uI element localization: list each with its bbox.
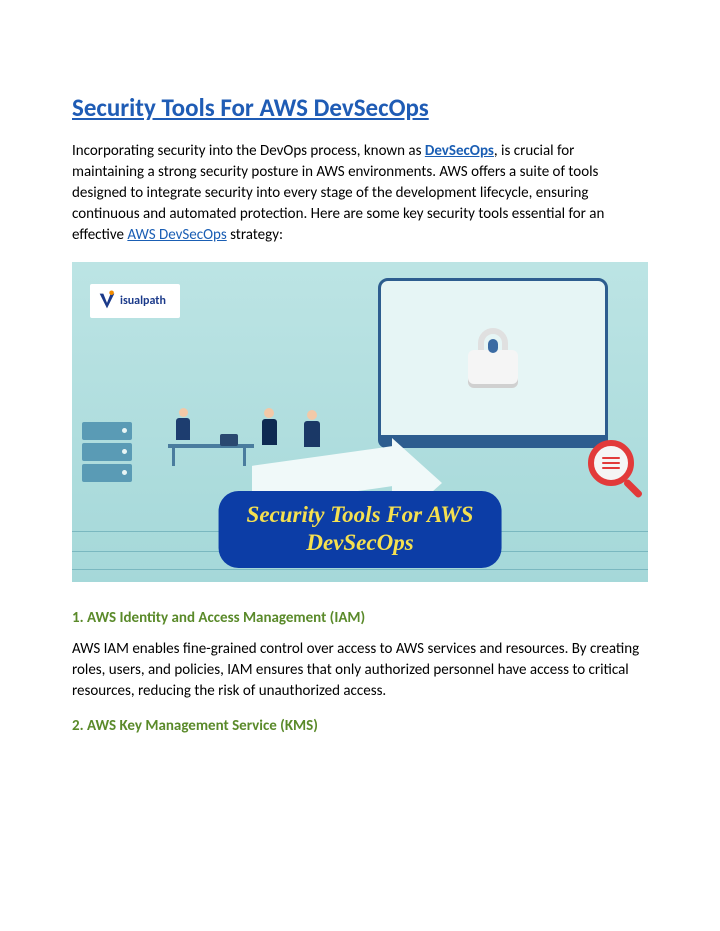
devsecops-link[interactable]: DevSecOps: [425, 142, 494, 160]
section-heading-1: 1. AWS Identity and Access Management (I…: [72, 608, 648, 629]
visualpath-logo: isualpath: [90, 284, 180, 318]
intro-text-1: Incorporating security into the DevOps p…: [72, 142, 425, 160]
padlock-icon: [463, 328, 523, 388]
briefcase-icon: [220, 434, 238, 446]
server-rack-icon: [82, 422, 142, 502]
section-heading-2: 2. AWS Key Management Service (KMS): [72, 716, 648, 737]
laptop-screen-icon: [378, 278, 608, 438]
magnifier-icon: [588, 440, 634, 486]
intro-paragraph: Incorporating security into the DevOps p…: [72, 141, 648, 246]
intro-text-3: strategy:: [227, 226, 283, 244]
banner-line-1: Security Tools For AWS: [247, 502, 474, 527]
page-title-link[interactable]: Security Tools For AWS DevSecOps: [72, 90, 648, 125]
person-sitting-icon: [176, 408, 190, 446]
person-standing-2-icon: [304, 410, 320, 448]
aws-devsecops-link[interactable]: AWS DevSecOps: [127, 226, 226, 244]
person-standing-icon: [262, 408, 276, 446]
section-paragraph-1: AWS IAM enables fine-grained control ove…: [72, 639, 648, 702]
banner-line-2: DevSecOps: [306, 530, 413, 555]
table-icon: [168, 444, 254, 468]
hero-illustration: isualpath Security Tools For AWS DevSecO…: [72, 262, 648, 582]
hero-banner: Security Tools For AWS DevSecOps: [219, 491, 502, 569]
logo-text: isualpath: [120, 293, 166, 310]
logo-v-icon: [96, 290, 118, 312]
